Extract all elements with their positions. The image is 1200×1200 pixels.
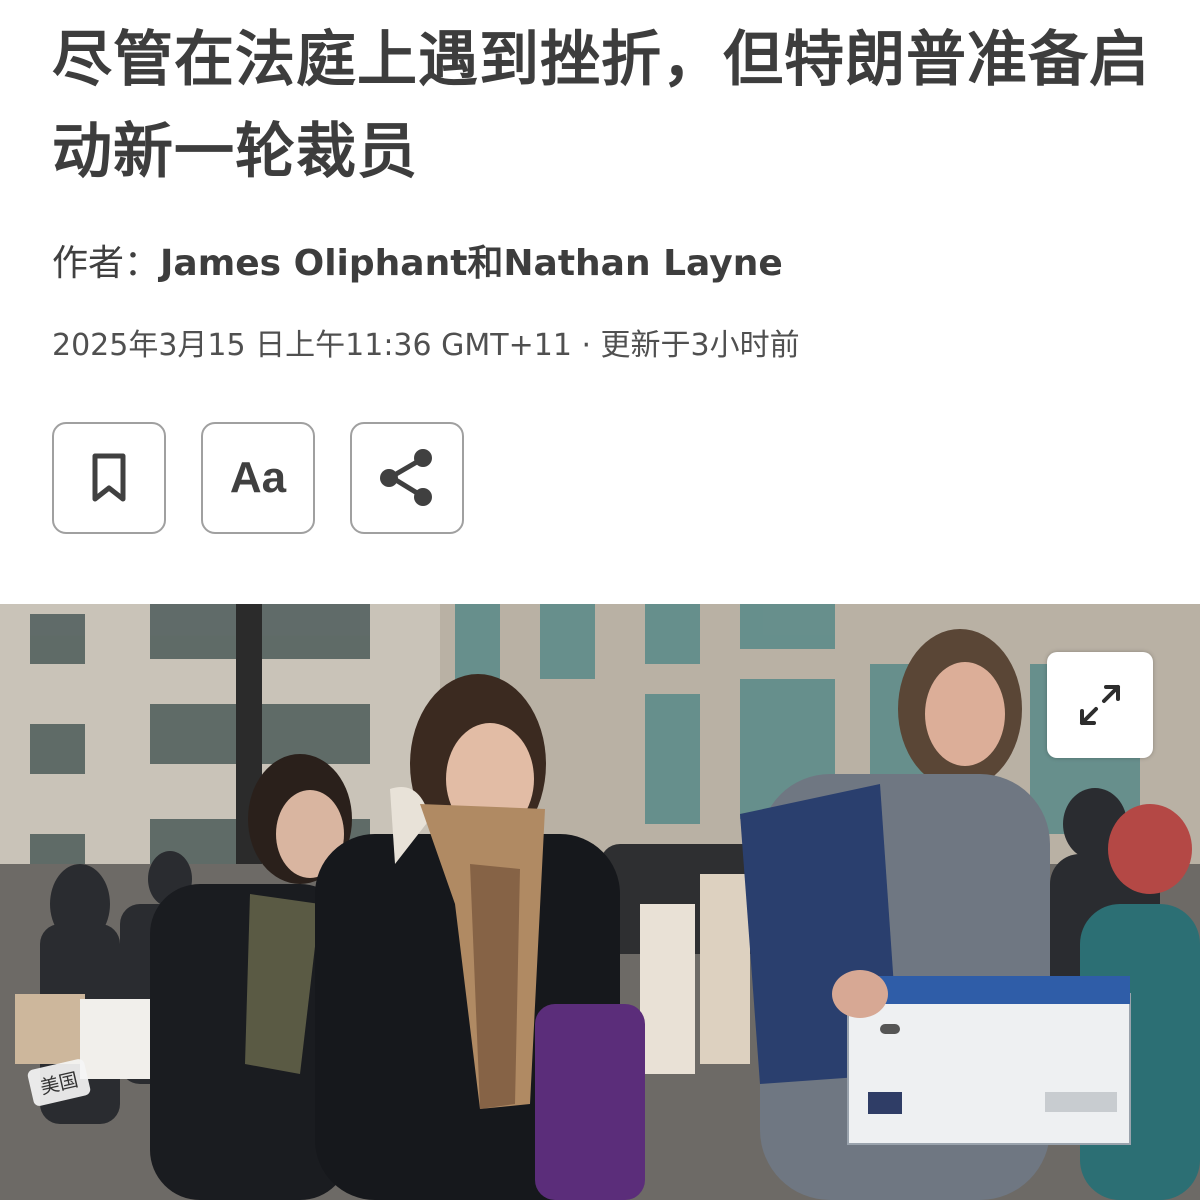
- font-size-label: Aa: [229, 453, 287, 502]
- byline: 作者：James Oliphant和Nathan Layne: [52, 236, 783, 292]
- article-headline: 尽管在法庭上遇到挫折，但特朗普准备启动新一轮裁员: [52, 25, 1150, 187]
- share-button[interactable]: [350, 422, 464, 534]
- byline-prefix: 作者：: [52, 243, 161, 284]
- expand-photo-button[interactable]: [1047, 652, 1153, 758]
- expand-icon: [1080, 685, 1120, 725]
- photo-scene: [0, 604, 1200, 1200]
- share-icon: [380, 449, 432, 506]
- article-dateline: 2025年3月15 日上午11:36 GMT+11 · 更新于3小时前: [52, 328, 800, 363]
- article-photo[interactable]: 美国: [0, 604, 1200, 1200]
- byline-authors[interactable]: James Oliphant和Nathan Layne: [160, 243, 783, 284]
- font-size-button[interactable]: Aa: [201, 422, 315, 534]
- bookmark-icon: [92, 453, 126, 502]
- bookmark-button[interactable]: [52, 422, 166, 534]
- article-toolbar: Aa: [52, 422, 464, 534]
